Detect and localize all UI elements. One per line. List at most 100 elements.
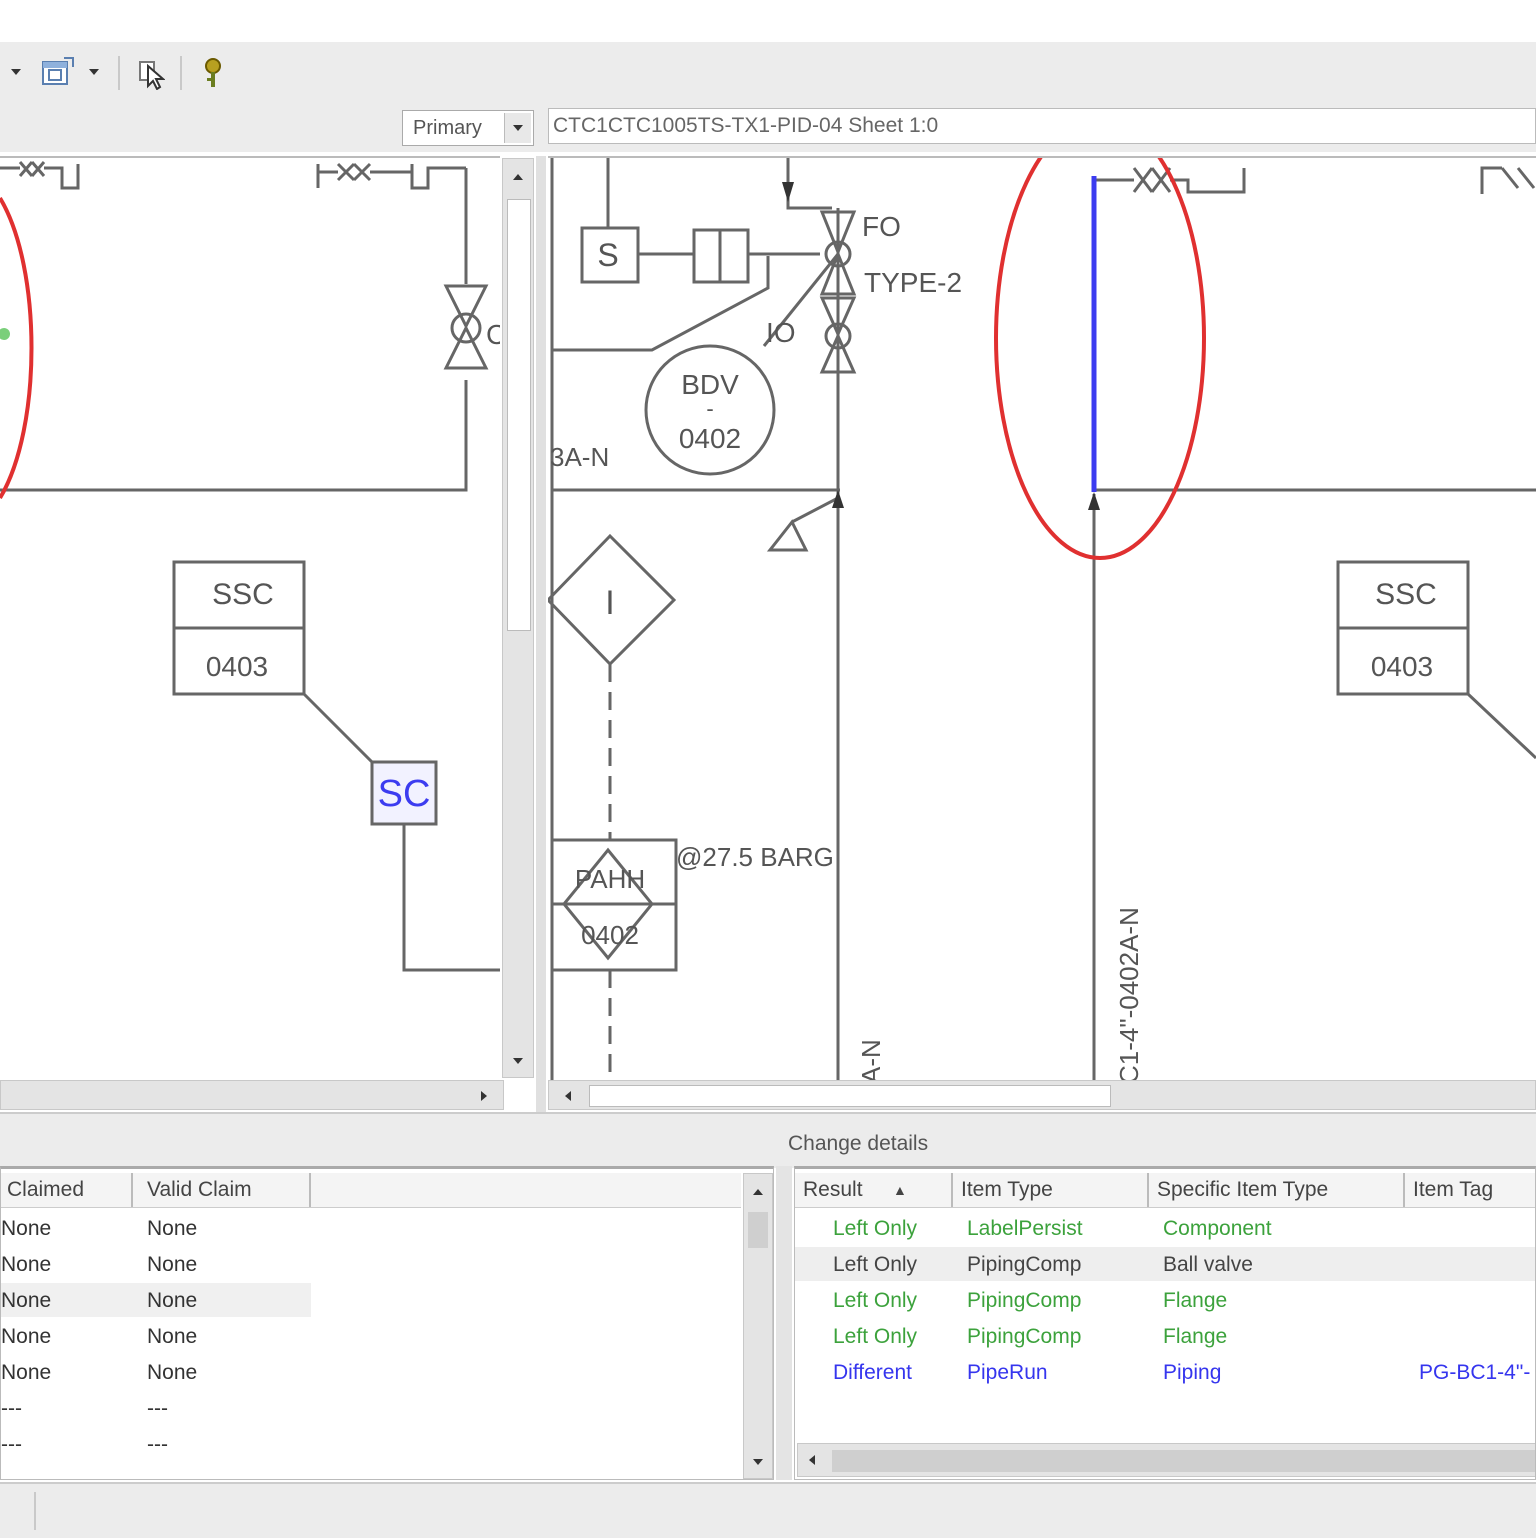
valid-claim-cell: None [147, 1253, 198, 1276]
scroll-down-icon[interactable] [748, 1452, 768, 1472]
right-horizontal-scrollbar[interactable] [548, 1080, 1536, 1110]
highlight-ellipse [994, 158, 1206, 560]
scroll-thumb[interactable] [589, 1085, 1111, 1107]
claimed-cell: None [1, 1217, 52, 1240]
right-table-horizontal-scrollbar[interactable] [797, 1443, 1535, 1477]
type2-label: TYPE-2 [864, 267, 962, 298]
pahh-label: PAHH [575, 864, 645, 894]
result-cell: Left Only [833, 1217, 918, 1240]
change-details-title: Change details [788, 1132, 929, 1155]
item-tag-cell: PG-BC1-4"- [1419, 1361, 1531, 1384]
table-row[interactable]: --- --- [1, 1391, 311, 1425]
column-header-label: Result [803, 1178, 863, 1201]
left-table-body: None None None None None None None None … [1, 1211, 741, 1479]
table-splitter[interactable] [776, 1166, 792, 1480]
left-pid-diagram: SSC 0403 SC C [0, 161, 500, 972]
table-row[interactable]: --- --- [1, 1463, 311, 1479]
item-type-cell: PipingComp [967, 1253, 1082, 1276]
table-row[interactable]: None None [1, 1283, 311, 1317]
representation-select-value: Primary [413, 117, 482, 139]
table-row[interactable]: Left Only PipingComp Flange [795, 1283, 1535, 1317]
drawing-title: CTC1CTC1005TS-TX1-PID-04 Sheet 1:0 [553, 114, 939, 137]
io-label: IO [766, 317, 796, 348]
scroll-right-icon[interactable] [473, 1085, 495, 1107]
left-vertical-scrollbar[interactable] [502, 158, 534, 1078]
result-cell: Left Only [833, 1253, 918, 1276]
claimed-cell: --- [1, 1433, 22, 1456]
vertical-tag-2: C1-4"-0402A-N [1114, 907, 1144, 1082]
left-ssc-label: SSC [212, 578, 274, 611]
valid-claim-cell: None [147, 1361, 198, 1384]
line-tag-left: 3A-N [550, 442, 609, 472]
dropdown-arrow-icon[interactable] [6, 60, 26, 84]
dropdown-arrow-icon[interactable] [84, 60, 104, 84]
specific-type-cell: Component [1163, 1217, 1272, 1240]
column-header-result[interactable]: Result ▲ [797, 1173, 953, 1207]
representation-select[interactable]: Primary [402, 110, 534, 146]
item-type-cell: PipingComp [967, 1325, 1082, 1348]
s-box-label: S [597, 237, 618, 273]
column-header[interactable]: Item Tag [1407, 1173, 1535, 1207]
scroll-thumb[interactable] [507, 199, 531, 631]
pane-splitter[interactable] [536, 156, 546, 1112]
result-cell: Left Only [833, 1325, 918, 1348]
scroll-thumb[interactable] [832, 1450, 1535, 1472]
change-details-header: Change details [0, 1112, 1536, 1168]
valid-claim-cell: --- [147, 1397, 168, 1420]
right-drawing-canvas[interactable]: S FO TYPE-2 IO BDV - 0402 3A-N I PAHH 04… [548, 156, 1536, 1082]
claimed-cell: None [1, 1253, 52, 1276]
toolbar [0, 42, 1536, 105]
item-type-cell: LabelPersist [967, 1217, 1083, 1240]
valid-claim-cell: --- [147, 1469, 168, 1479]
fo-label: FO [862, 211, 901, 242]
table-row[interactable]: None None [1, 1247, 311, 1281]
table-row[interactable]: None None [1, 1355, 311, 1389]
left-drawing-canvas[interactable]: SSC 0403 SC C [0, 156, 500, 1082]
claimed-cell: None [1, 1361, 52, 1384]
window-compare-icon[interactable] [38, 54, 78, 92]
table-row[interactable]: Left Only PipingComp Flange [795, 1319, 1535, 1353]
table-row[interactable]: None None [1, 1319, 311, 1353]
item-type-cell: PipingComp [967, 1289, 1082, 1312]
left-horizontal-scrollbar[interactable] [0, 1080, 504, 1110]
left-table-scrollbar[interactable] [743, 1173, 773, 1479]
toolbar-separator [180, 56, 182, 90]
result-cell: Left Only [833, 1289, 918, 1312]
left-valve-tag: C [486, 319, 500, 350]
scroll-up-icon[interactable] [507, 165, 529, 189]
pin-marker-icon[interactable] [196, 54, 230, 92]
vertical-tag-1: A-N [856, 1039, 886, 1082]
specific-type-cell: Piping [1163, 1361, 1222, 1384]
chevron-down-icon[interactable] [504, 113, 531, 143]
claimed-cell: --- [1, 1469, 22, 1479]
scroll-up-icon[interactable] [748, 1182, 768, 1202]
status-bar-separator [34, 1492, 36, 1530]
table-row[interactable]: None None [1, 1211, 311, 1245]
valid-claim-cell: None [147, 1217, 198, 1240]
scroll-down-icon[interactable] [507, 1049, 529, 1073]
table-row[interactable]: Left Only PipingComp Ball valve [795, 1247, 1535, 1281]
right-pid-diagram: S FO TYPE-2 IO BDV - 0402 3A-N I PAHH 04… [548, 158, 1536, 1082]
left-results-table: Claimed Valid Claim None None None None … [0, 1166, 774, 1480]
select-pointer-icon[interactable] [134, 54, 168, 92]
column-header[interactable]: Valid Claim [141, 1173, 311, 1207]
column-header[interactable]: Specific Item Type [1151, 1173, 1405, 1207]
scroll-left-icon[interactable] [557, 1085, 579, 1107]
table-row[interactable]: Different PipeRun Piping PG-BC1-4"- [795, 1355, 1535, 1389]
bdv-number: 0402 [679, 423, 741, 454]
table-row[interactable]: --- --- [1, 1427, 311, 1461]
right-results-table: Result ▲ Item Type Specific Item Type It… [794, 1166, 1536, 1480]
specific-type-cell: Flange [1163, 1325, 1228, 1348]
scroll-thumb[interactable] [748, 1212, 768, 1248]
item-type-cell: PipeRun [967, 1361, 1048, 1384]
table-row[interactable]: Left Only LabelPersist Component [795, 1211, 1535, 1245]
valid-claim-cell: None [147, 1325, 198, 1348]
pahh-number: 0402 [581, 920, 639, 950]
bdv-dash: - [706, 396, 713, 421]
claimed-cell: None [1, 1289, 52, 1312]
column-header[interactable]: Item Type [955, 1173, 1149, 1207]
column-header[interactable]: Claimed [1, 1173, 133, 1207]
drawing-title-field: CTC1CTC1005TS-TX1-PID-04 Sheet 1:0 [548, 108, 1536, 144]
specific-type-cell: Flange [1163, 1289, 1228, 1312]
scroll-left-icon[interactable] [802, 1450, 822, 1470]
